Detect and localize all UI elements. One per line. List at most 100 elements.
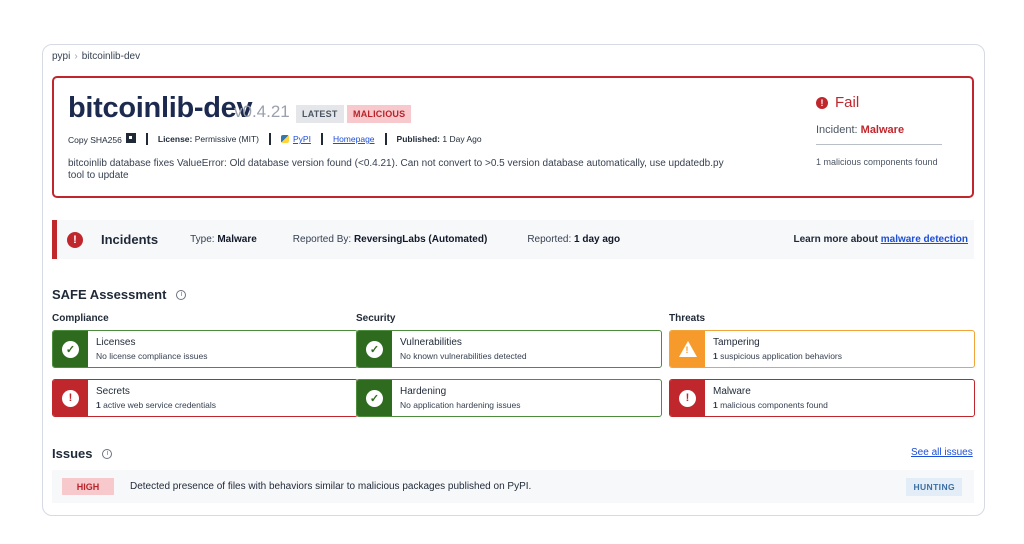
incidents-title: Incidents: [101, 232, 159, 247]
card-text: Secrets 1 active web service credentials: [96, 386, 216, 410]
incident-summary: Incident: Malware: [816, 124, 942, 145]
fail-status: ! Fail: [816, 94, 956, 111]
card-title: Hardening: [400, 386, 447, 397]
card-status-strip: ✓: [53, 331, 88, 367]
learn-more-text: Learn more about: [793, 234, 878, 245]
licenses-card[interactable]: ✓ Licenses No license compliance issues: [52, 330, 358, 368]
issues-heading: Issues i: [52, 446, 113, 461]
incident-value: Malware: [860, 124, 905, 136]
check-circle-icon: ✓: [366, 340, 383, 358]
package-description: bitcoinlib database fixes ValueError: Ol…: [68, 158, 724, 181]
published-value: 1 Day Ago: [442, 134, 482, 144]
secrets-card[interactable]: ! Secrets 1 active web service credentia…: [52, 379, 358, 417]
pypi-link[interactable]: PyPI: [293, 134, 311, 144]
homepage-link[interactable]: Homepage: [333, 134, 375, 144]
card-title: Tampering: [713, 337, 760, 348]
malicious-badge: MALICIOUS: [347, 105, 412, 123]
hardening-card[interactable]: ✓ Hardening No application hardening iss…: [356, 379, 662, 417]
package-version: v0.4.21: [234, 102, 290, 121]
check-circle-icon: ✓: [62, 340, 79, 358]
safe-title: SAFE Assessment: [52, 287, 167, 302]
card-subtitle-text: No known vulnerabilities detected: [400, 351, 527, 361]
malware-card[interactable]: ! Malware 1 malicious components found: [669, 379, 975, 417]
card-subtitle: No known vulnerabilities detected: [400, 351, 527, 361]
python-icon: [280, 135, 289, 143]
card-subtitle: No application hardening issues: [400, 400, 521, 410]
card-subtitle: 1 active web service credentials: [96, 400, 216, 410]
incident-label: Incident:: [816, 124, 858, 136]
license-value: Permissive (MIT): [194, 134, 259, 144]
card-title: Licenses: [96, 337, 136, 348]
breadcrumb: pypi › bitcoinlib-dev: [52, 51, 140, 62]
meta-divider: [268, 133, 271, 145]
alert-circle-icon: !: [67, 231, 83, 248]
tampering-card[interactable]: ! Tampering 1 suspicious application beh…: [669, 330, 975, 368]
warning-triangle-icon: !: [678, 341, 697, 357]
alert-circle-icon: !: [62, 389, 79, 407]
severity-badge: HIGH: [62, 478, 114, 495]
check-circle-icon: ✓: [366, 389, 383, 407]
malware-detection-link[interactable]: malware detection: [881, 234, 968, 245]
card-status-strip: !: [670, 380, 705, 416]
card-title: Malware: [713, 386, 751, 397]
card-subtitle-text: active web service credentials: [100, 400, 217, 410]
safe-assessment-heading: SAFE Assessment i: [52, 287, 187, 302]
card-text: Vulnerabilities No known vulnerabilities…: [400, 337, 527, 361]
card-text: Licenses No license compliance issues: [96, 337, 208, 361]
card-title: Vulnerabilities: [400, 337, 462, 348]
error-circle-icon: !: [816, 96, 828, 109]
alert-circle-icon: !: [679, 389, 696, 407]
reported-by-value: ReversingLabs (Automated): [353, 234, 488, 245]
card-subtitle: 1 suspicious application behaviors: [713, 351, 842, 361]
incident-date: Reported: 1 day ago: [527, 234, 620, 245]
meta-divider: [384, 133, 387, 145]
hunting-tag: HUNTING: [906, 477, 962, 496]
latest-badge: LATEST: [296, 105, 344, 123]
card-status-strip: ✓: [357, 331, 392, 367]
card-subtitle-text: No license compliance issues: [96, 351, 208, 361]
breadcrumb-current: bitcoinlib-dev: [81, 51, 141, 62]
meta-divider: [145, 133, 148, 145]
copy-sha-button[interactable]: Copy SHA256: [68, 133, 136, 145]
package-name: bitcoinlib-dev: [68, 92, 253, 124]
card-status-strip: ✓: [357, 380, 392, 416]
copy-icon: [125, 133, 136, 143]
incidents-bar: ! Incidents Type: Malware Reported By: R…: [52, 220, 974, 259]
package-card: bitcoinlib-dev v0.4.21 LATEST MALICIOUS …: [52, 76, 974, 198]
card-status-strip: !: [670, 331, 705, 367]
incident-reporter: Reported By: ReversingLabs (Automated): [293, 234, 488, 245]
incident-type-value: Malware: [217, 234, 257, 245]
issues-title: Issues: [52, 446, 93, 461]
meta-divider: [320, 133, 323, 145]
card-status-strip: !: [53, 380, 88, 416]
see-all-issues-link[interactable]: See all issues: [911, 447, 973, 458]
card-text: Hardening No application hardening issue…: [400, 386, 521, 410]
vulnerabilities-card[interactable]: ✓ Vulnerabilities No known vulnerabiliti…: [356, 330, 662, 368]
reported-value: 1 day ago: [574, 234, 621, 245]
package-meta: Copy SHA256 License: Permissive (MIT) Py…: [68, 133, 482, 145]
issue-row[interactable]: HIGH Detected presence of files with beh…: [52, 470, 974, 503]
fail-label: Fail: [835, 94, 860, 111]
copy-sha-label: Copy SHA256: [68, 135, 122, 145]
compliance-heading: Compliance: [52, 313, 109, 324]
info-icon[interactable]: i: [176, 289, 187, 300]
issue-description: Detected presence of files with behavior…: [130, 481, 532, 492]
info-icon[interactable]: i: [102, 448, 113, 459]
incident-type-label: Type:: [190, 234, 215, 245]
breadcrumb-root[interactable]: pypi: [52, 51, 70, 62]
malicious-count: 1 malicious components found: [816, 157, 938, 167]
card-title: Secrets: [96, 386, 130, 397]
reported-by-label: Reported By:: [292, 234, 352, 245]
incident-type: Type: Malware: [190, 234, 257, 245]
threats-heading: Threats: [669, 313, 706, 324]
published-label: Published:: [396, 134, 440, 144]
security-heading: Security: [356, 313, 396, 324]
card-subtitle-text: No application hardening issues: [400, 400, 521, 410]
card-subtitle: No license compliance issues: [96, 351, 208, 361]
card-text: Tampering 1 suspicious application behav…: [713, 337, 842, 361]
card-subtitle: 1 malicious components found: [713, 400, 828, 410]
breadcrumb-separator: ›: [74, 51, 78, 62]
card-text: Malware 1 malicious components found: [713, 386, 828, 410]
card-subtitle-text: malicious components found: [717, 400, 828, 410]
reported-label: Reported:: [527, 234, 572, 245]
